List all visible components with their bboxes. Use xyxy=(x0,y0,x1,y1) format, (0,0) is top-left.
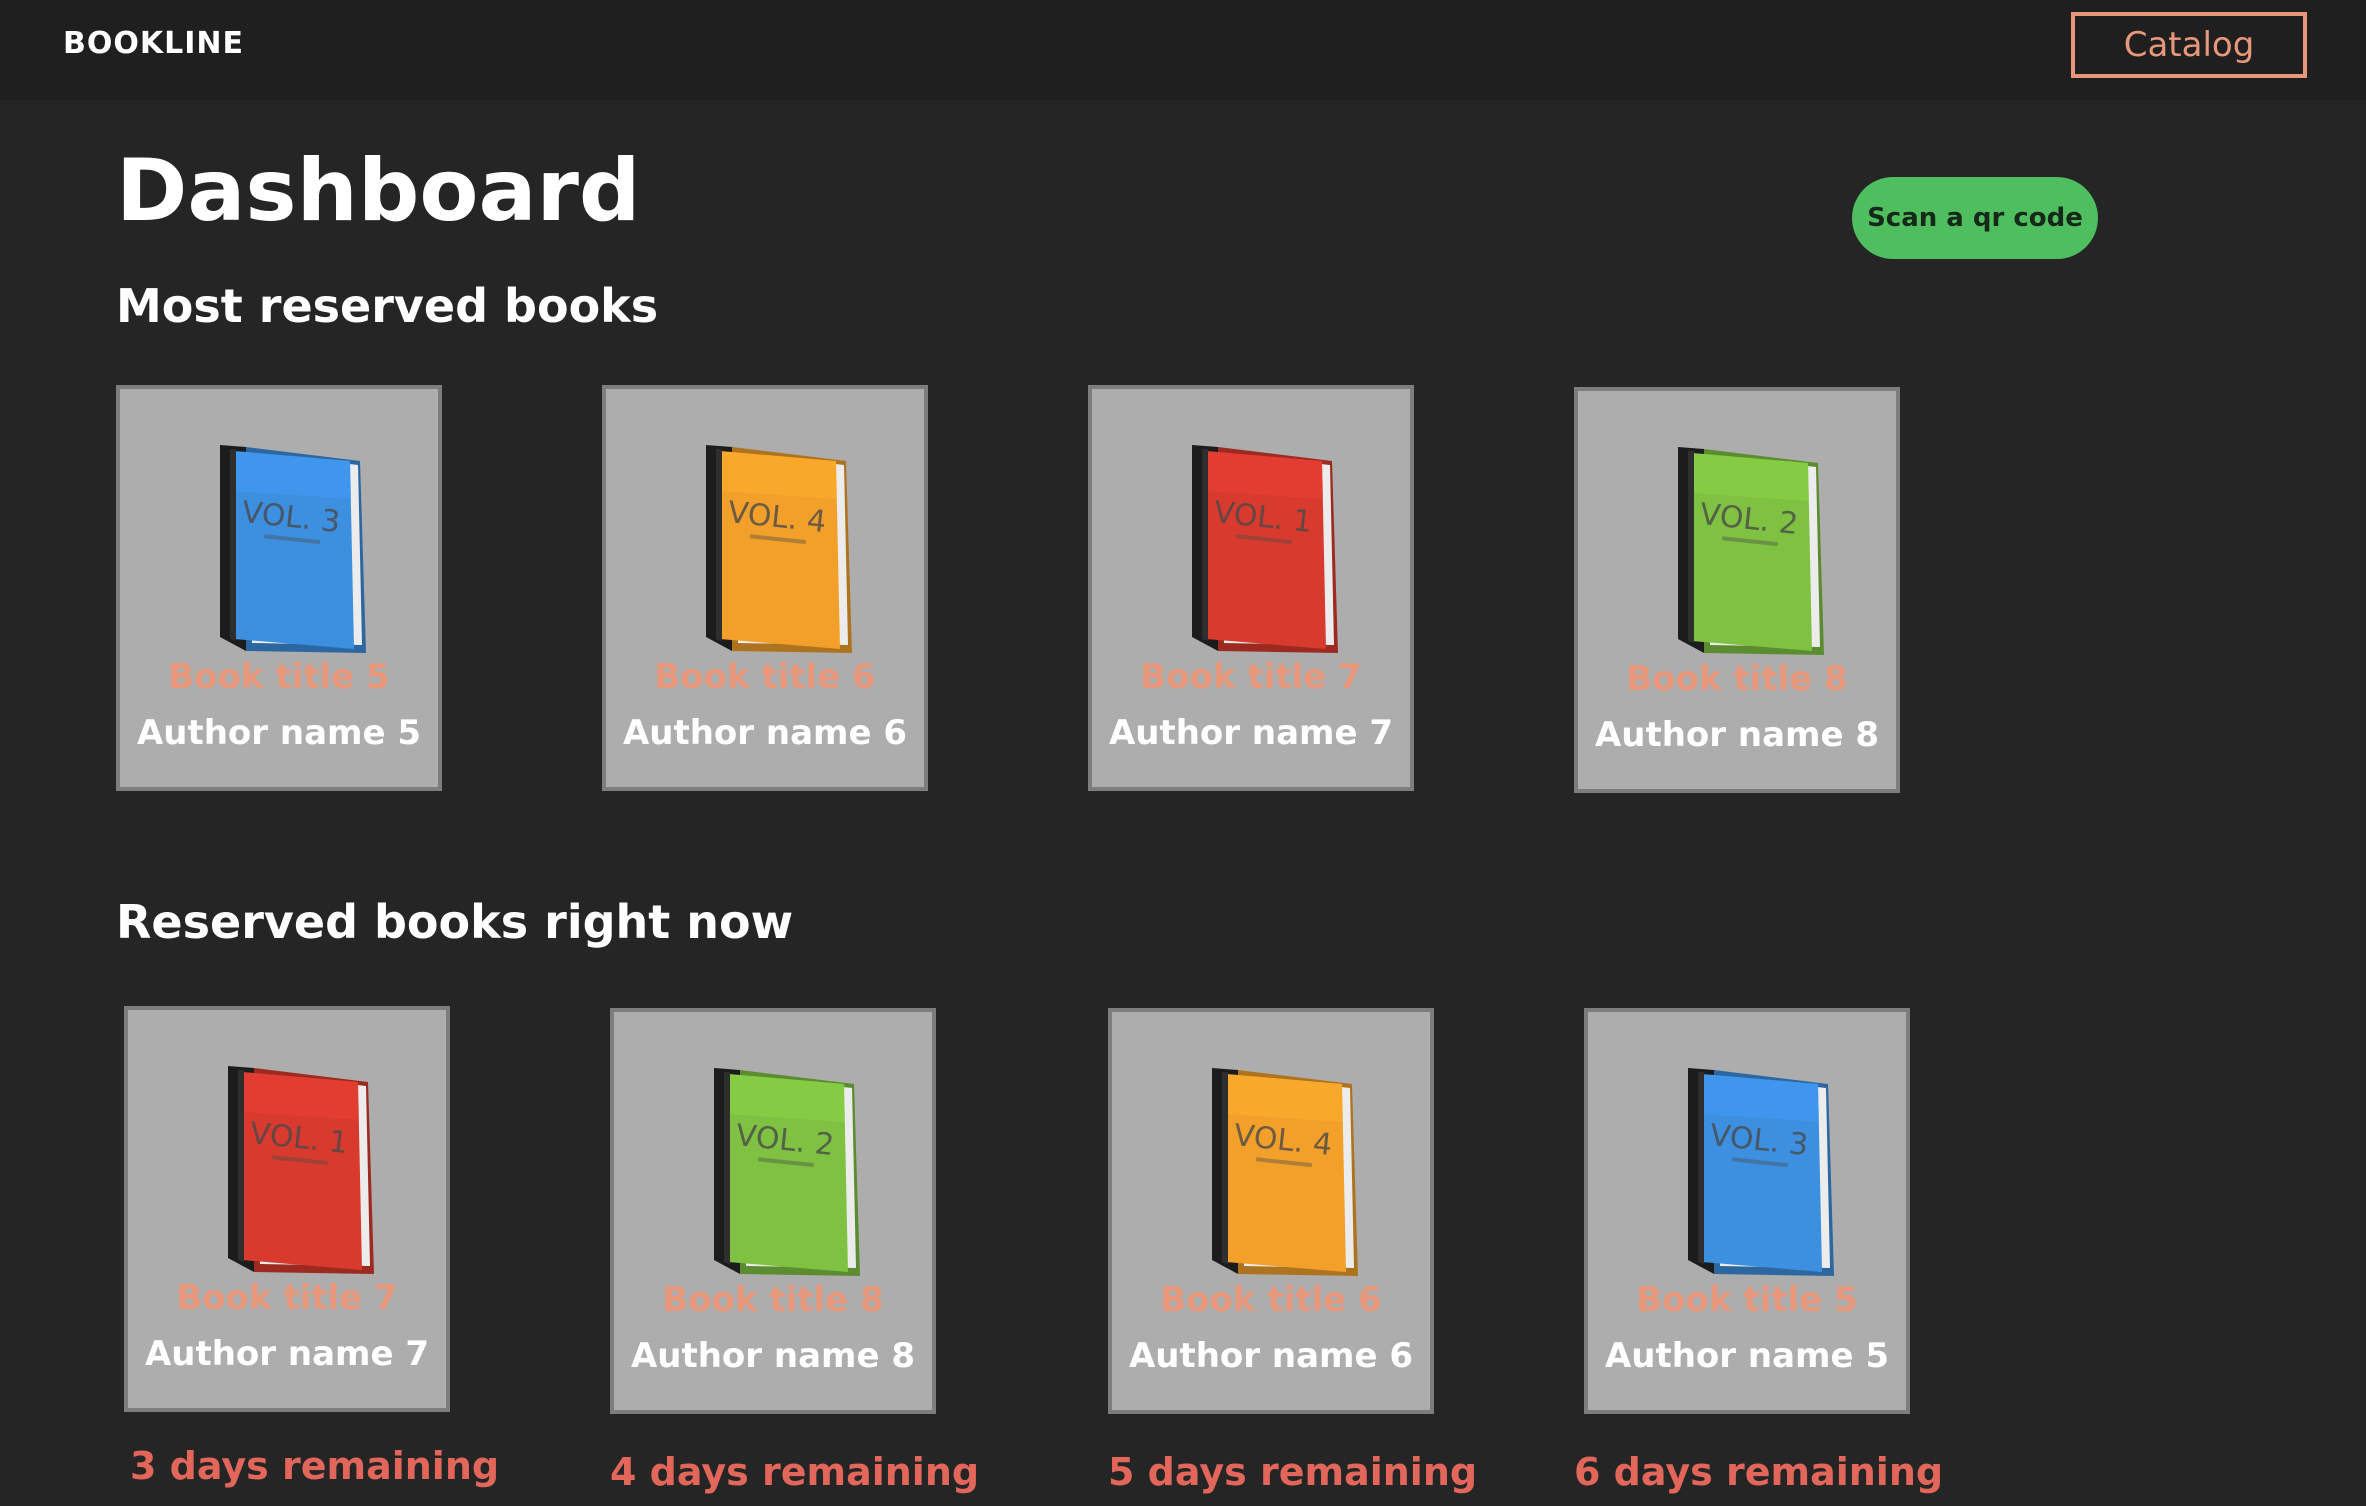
book-card[interactable]: VOL. 4 Book title 6 Author name 6 xyxy=(1108,1008,1434,1414)
book-author: Author name 7 xyxy=(144,1334,430,1374)
book-author: Author name 6 xyxy=(1128,1336,1414,1376)
book-red-icon: VOL. 1 xyxy=(1192,445,1338,653)
book-title: Book title 7 xyxy=(176,1278,398,1318)
catalog-button[interactable]: Catalog xyxy=(2071,12,2307,78)
most-reserved-heading: Most reserved books xyxy=(116,279,659,333)
book-title: Book title 8 xyxy=(662,1280,884,1320)
book-blue-icon: VOL. 3 xyxy=(1688,1068,1834,1276)
book-author: Author name 5 xyxy=(1604,1336,1890,1376)
page-title: Dashboard xyxy=(116,141,641,241)
book-card[interactable]: VOL. 4 Book title 6 Author name 6 xyxy=(602,385,928,791)
book-title: Book title 7 xyxy=(1140,657,1362,697)
book-title: Book title 8 xyxy=(1626,659,1848,699)
days-remaining-label: 5 days remaining xyxy=(1108,1450,1478,1494)
book-author: Author name 8 xyxy=(630,1336,916,1376)
book-title: Book title 5 xyxy=(1636,1280,1858,1320)
book-author: Author name 5 xyxy=(136,713,422,753)
book-card[interactable]: VOL. 1 Book title 7 Author name 7 xyxy=(1088,385,1414,791)
book-green-icon: VOL. 2 xyxy=(1678,447,1824,655)
book-green-icon: VOL. 2 xyxy=(714,1068,860,1276)
book-card[interactable]: VOL. 1 Book title 7 Author name 7 xyxy=(124,1006,450,1412)
days-remaining-label: 6 days remaining xyxy=(1574,1450,1944,1494)
book-author: Author name 8 xyxy=(1594,715,1880,755)
book-author: Author name 7 xyxy=(1108,713,1394,753)
book-title: Book title 6 xyxy=(654,657,876,697)
days-remaining-label: 3 days remaining xyxy=(130,1444,500,1488)
book-title: Book title 5 xyxy=(168,657,390,697)
book-blue-icon: VOL. 3 xyxy=(220,445,366,653)
book-card[interactable]: VOL. 2 Book title 8 Author name 8 xyxy=(1574,387,1900,793)
book-card[interactable]: VOL. 3 Book title 5 Author name 5 xyxy=(1584,1008,1910,1414)
scan-qr-code-button[interactable]: Scan a qr code xyxy=(1852,177,2098,259)
brand-logo[interactable]: BOOKLINE xyxy=(63,26,244,61)
book-card[interactable]: VOL. 3 Book title 5 Author name 5 xyxy=(116,385,442,791)
book-orange-icon: VOL. 4 xyxy=(706,445,852,653)
days-remaining-label: 4 days remaining xyxy=(610,1450,980,1494)
book-title: Book title 6 xyxy=(1160,1280,1382,1320)
reserved-now-heading: Reserved books right now xyxy=(116,895,794,949)
book-card[interactable]: VOL. 2 Book title 8 Author name 8 xyxy=(610,1008,936,1414)
book-red-icon: VOL. 1 xyxy=(228,1066,374,1274)
top-navigation-bar: BOOKLINE Catalog xyxy=(0,0,2366,100)
book-orange-icon: VOL. 4 xyxy=(1212,1068,1358,1276)
book-author: Author name 6 xyxy=(622,713,908,753)
